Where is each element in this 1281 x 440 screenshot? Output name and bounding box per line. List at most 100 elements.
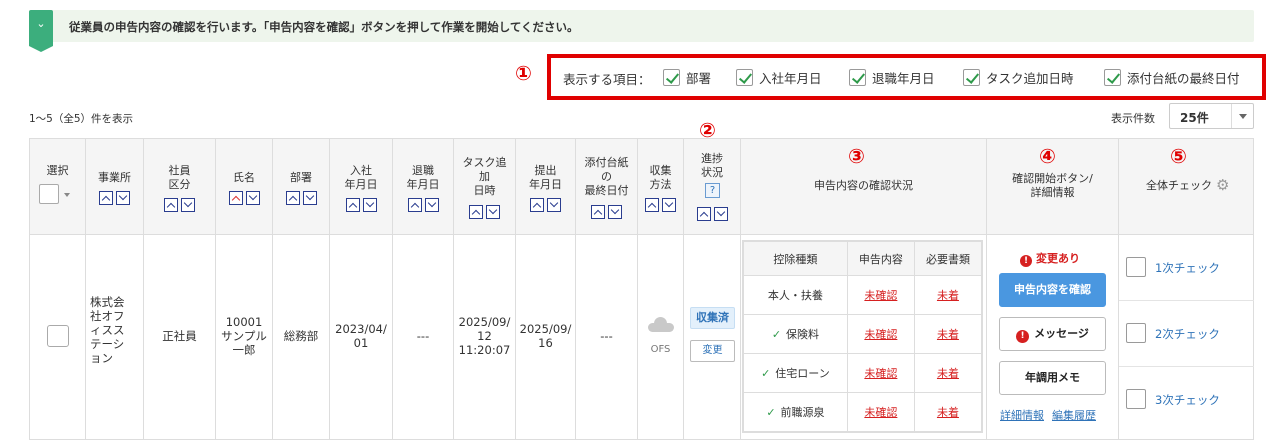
memo-button[interactable]: 年調用メモ <box>999 361 1106 395</box>
cell-select <box>29 235 86 440</box>
checkmark-icon: ✓ <box>766 406 776 419</box>
sort-desc-button[interactable] <box>362 198 377 212</box>
cell-attach-date: --- <box>576 235 638 440</box>
checkbox-icon[interactable] <box>963 68 980 86</box>
sort-asc-button[interactable] <box>228 191 243 205</box>
col-dept: 部署 <box>273 138 330 235</box>
help-icon[interactable]: ? <box>705 183 720 198</box>
sort-asc-button[interactable] <box>99 191 113 205</box>
sort-desc-button[interactable] <box>302 191 317 205</box>
sort-desc-button[interactable] <box>662 198 676 212</box>
col-submit-date: 提出 年月日 <box>516 138 576 235</box>
cell-progress <box>684 235 741 440</box>
table-row: ✓ 保険料 未確認 未着 <box>743 314 983 354</box>
content-status-link[interactable]: 未確認 <box>864 289 897 302</box>
sort-asc-button[interactable] <box>285 191 300 205</box>
sort-asc-button[interactable] <box>645 198 659 212</box>
collapse-toggle[interactable]: ⌄ <box>29 10 53 52</box>
th-docs: 必要書類 <box>913 241 983 276</box>
callout-1: ① <box>515 61 532 85</box>
display-item-task-added[interactable]: タスク追加日時 <box>963 67 1074 87</box>
checkbox-icon[interactable] <box>1104 68 1121 86</box>
per-page-label: 表示件数 <box>1111 112 1155 125</box>
display-item-attach-date[interactable]: 添付台紙の最終日付 <box>1104 67 1240 87</box>
content-status-link[interactable]: 未確認 <box>864 328 897 341</box>
table-row: ✓ 前職源泉 未確認 未着 <box>743 392 983 432</box>
caret-down-icon[interactable] <box>64 193 70 197</box>
col-select: 選択 <box>29 138 86 235</box>
result-count: 1～5（全5）件を表示 <box>29 113 134 125</box>
th-content: 申告内容 <box>846 241 915 276</box>
sort-desc-button[interactable] <box>547 198 561 212</box>
alert-icon: ! <box>1020 255 1032 267</box>
docs-status-link[interactable]: 未着 <box>937 367 959 380</box>
sort-asc-button[interactable] <box>591 205 605 219</box>
checkmark-icon: ✓ <box>771 328 782 341</box>
message-button[interactable]: ! メッセージ <box>999 317 1106 351</box>
docs-status-link[interactable]: 未着 <box>937 406 959 419</box>
sort-desc-button[interactable] <box>486 205 500 219</box>
sort-desc-button[interactable] <box>181 198 195 212</box>
checkbox-icon[interactable] <box>736 68 753 86</box>
change-notice: ! 変更あり <box>1020 250 1080 267</box>
checkbox-icon[interactable] <box>1126 257 1146 277</box>
change-status-button[interactable]: 変更 <box>690 340 735 362</box>
th-deduction-type: 控除種類 <box>743 241 848 276</box>
table-row: ✓ 住宅ローン 未確認 未着 <box>743 353 983 393</box>
cell-join-date: 2023/04/ 01 <box>330 235 393 440</box>
callout-5: ⑤ <box>1170 144 1187 168</box>
sort-asc-button[interactable] <box>164 198 178 212</box>
checkbox-icon[interactable] <box>1126 389 1146 409</box>
display-item-dept[interactable]: 部署 <box>663 67 711 87</box>
detail-info-link[interactable]: 詳細情報 <box>1000 409 1044 422</box>
display-items-label: 表示する項目： <box>563 72 651 87</box>
sort-desc-button[interactable] <box>245 191 260 205</box>
callout-3: ③ <box>848 144 865 168</box>
per-page-select[interactable]: 25件 <box>1169 103 1254 129</box>
col-join-date: 入社 年月日 <box>330 138 393 235</box>
col-employee-type: 社員 区分 <box>144 138 216 235</box>
checkbox-icon[interactable] <box>663 68 680 86</box>
sort-asc-button[interactable] <box>407 198 422 212</box>
gear-icon[interactable]: ⚙ <box>1216 177 1229 193</box>
sort-asc-button[interactable] <box>530 198 544 212</box>
progress-status-badge: 収集済 <box>690 307 735 329</box>
sort-asc-button[interactable] <box>469 205 483 219</box>
sort-desc-button[interactable] <box>424 198 439 212</box>
confirm-declaration-button[interactable]: 申告内容を確認 <box>999 273 1106 307</box>
cell-office: 株式会 社オフ ィスス テーシ ョン <box>86 235 144 440</box>
cell-dept: 総務部 <box>273 235 330 440</box>
cell-retire-date: --- <box>393 235 454 440</box>
docs-status-link[interactable]: 未着 <box>937 289 959 302</box>
table-row: 本人・扶養 未確認 未着 <box>743 275 983 315</box>
cell-name: 10001 サンプル 一郎 <box>216 235 273 440</box>
third-check[interactable]: 3次チェック <box>1119 367 1254 433</box>
docs-status-link[interactable]: 未着 <box>937 328 959 341</box>
dropdown-arrow-icon <box>1231 104 1253 128</box>
sort-desc-button[interactable] <box>608 205 622 219</box>
col-task-added: タスク追 加 日時 <box>454 138 516 235</box>
content-status-link[interactable]: 未確認 <box>864 367 897 380</box>
cell-task-added: 2025/09/ 12 11:20:07 <box>454 235 516 440</box>
cloud-icon <box>648 317 674 332</box>
checkbox-icon[interactable] <box>849 68 866 86</box>
deduction-status-table: 控除種類 申告内容 必要書類 本人・扶養 未確認 未着 ✓ 保険料 未確認 未着 … <box>742 240 983 433</box>
content-status-link[interactable]: 未確認 <box>864 406 897 419</box>
display-item-retire-date[interactable]: 退職年月日 <box>849 67 935 87</box>
sort-desc-button[interactable] <box>116 191 130 205</box>
chevron-down-icon: ⌄ <box>36 17 46 30</box>
display-item-join-date[interactable]: 入社年月日 <box>736 67 822 87</box>
row-checkbox[interactable] <box>47 325 69 347</box>
cell-collect: OFS <box>638 235 684 440</box>
alert-icon: ! <box>1016 330 1030 343</box>
col-office: 事業所 <box>86 138 144 235</box>
select-all-checkbox[interactable] <box>39 184 59 204</box>
edit-history-link[interactable]: 編集履歴 <box>1052 409 1096 422</box>
sort-desc-button[interactable] <box>713 207 728 221</box>
checkbox-icon[interactable] <box>1126 323 1146 343</box>
second-check[interactable]: 2次チェック <box>1119 301 1254 367</box>
detail-links: 詳細情報 編集履歴 <box>1000 407 1096 423</box>
sort-asc-button[interactable] <box>345 198 360 212</box>
first-check[interactable]: 1次チェック <box>1119 235 1254 301</box>
sort-asc-button[interactable] <box>696 207 711 221</box>
